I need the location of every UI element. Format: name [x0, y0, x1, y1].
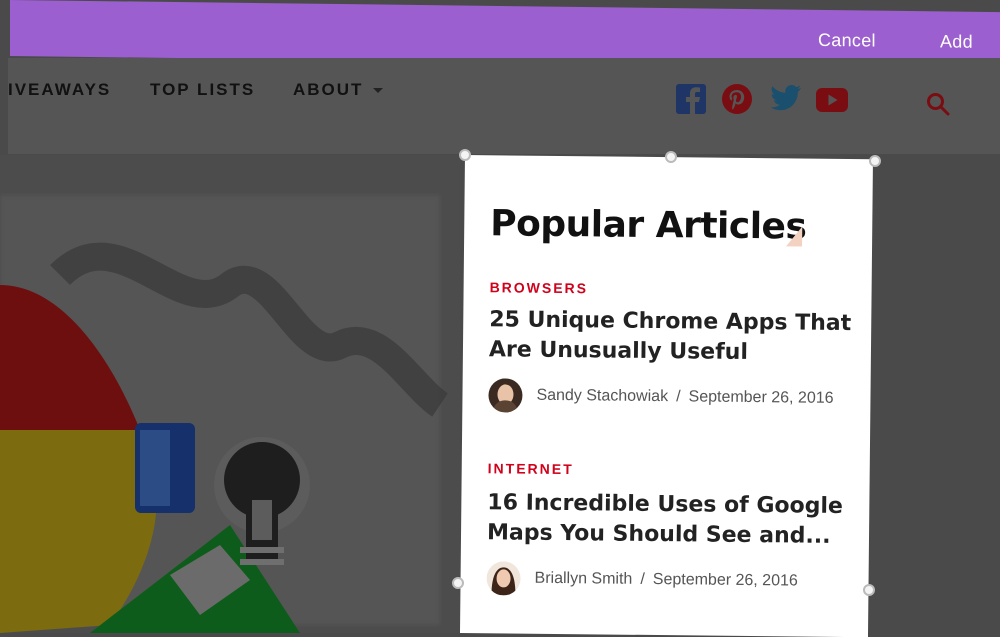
nav-item-top-lists[interactable]: TOP LISTS [150, 80, 255, 100]
title-flag [786, 226, 803, 247]
resize-handle-top-left[interactable] [459, 149, 471, 161]
resize-handle-top-center[interactable] [665, 151, 677, 163]
byline-separator: / [640, 570, 645, 588]
resize-handle-bottom-left[interactable] [452, 577, 464, 589]
avatar[interactable] [486, 561, 521, 596]
chevron-down-icon [373, 88, 384, 94]
author-name[interactable]: Sandy Stachowiak [536, 387, 668, 406]
article-category[interactable]: BROWSERS [490, 279, 589, 296]
add-button[interactable]: Add [940, 31, 973, 52]
byline-separator: / [676, 388, 681, 406]
avatar[interactable] [488, 378, 523, 413]
author-name[interactable]: Briallyn Smith [534, 570, 632, 589]
nav-item-about[interactable]: ABOUT [293, 80, 384, 100]
nav-item-about-label: ABOUT [293, 80, 364, 99]
article-title[interactable]: 16 Incredible Uses of Google Maps You Sh… [487, 488, 868, 552]
search-icon[interactable] [926, 92, 950, 116]
chrome-apps-illustration [0, 242, 449, 633]
nav-item-giveaways[interactable]: IVEAWAYS [8, 80, 111, 100]
cancel-button[interactable]: Cancel [818, 30, 876, 52]
pinterest-icon[interactable] [722, 84, 752, 114]
card-title: Popular Articles [490, 203, 807, 248]
facebook-icon[interactable] [676, 84, 706, 114]
article-title[interactable]: 25 Unique Chrome Apps That Are Unusually… [489, 305, 870, 369]
popular-articles-card[interactable]: Popular Articles BROWSERS 25 Unique Chro… [459, 155, 873, 637]
article-category[interactable]: INTERNET [488, 460, 574, 477]
youtube-icon[interactable] [816, 88, 848, 112]
hero-image [0, 155, 460, 633]
twitter-icon[interactable] [770, 84, 802, 112]
article-date: September 26, 2016 [652, 570, 798, 590]
resize-handle-top-right[interactable] [869, 155, 881, 167]
article-byline: Sandy Stachowiak / September 26, 2016 [488, 377, 834, 417]
article-byline: Briallyn Smith / September 26, 2016 [486, 560, 798, 599]
article-date: September 26, 2016 [688, 388, 834, 407]
resize-handle-bottom-right[interactable] [863, 584, 875, 596]
site-nav: IVEAWAYS TOP LISTS ABOUT [8, 58, 1000, 154]
